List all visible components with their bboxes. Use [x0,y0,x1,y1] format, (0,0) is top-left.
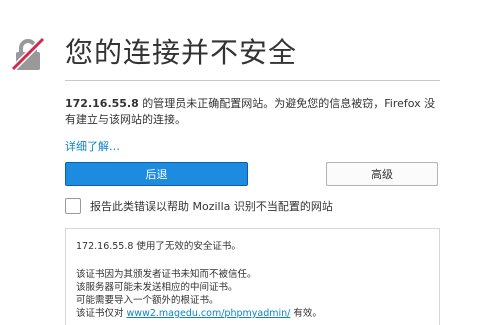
learn-more-link[interactable]: 详细了解… [65,138,120,154]
cert-detail-line: 可能需要导入一个额外的根证书。 [76,295,219,306]
advanced-button[interactable]: 高级 [326,162,438,186]
cert-valid-suffix: 有效。 [290,308,322,319]
cert-detail-line: 172.16.55.8 使用了无效的安全证书。 [76,241,241,252]
report-error-row: 报告此类错误以帮助 Mozilla 识别不当配置的网站 [65,196,333,216]
cert-valid-prefix: 该证书仅对 [76,308,127,319]
cert-detail-line: 该服务器可能未发送相应的中间证书。 [76,282,238,293]
broken-lock-icon [10,36,46,72]
cert-detail-line: 该证书因为其颁发者证书未知而不被信任。 [76,269,257,280]
cert-domain-link[interactable]: www2.magedu.com/phpmyadmin/ [127,308,291,319]
page-title: 您的连接并不安全 [65,36,298,69]
host-address: 172.16.55.8 [65,97,139,110]
go-back-button[interactable]: 后退 [65,162,248,186]
report-error-label: 报告此类错误以帮助 Mozilla 识别不当配置的网站 [90,200,333,213]
report-error-checkbox[interactable] [65,198,81,214]
title-divider [65,80,440,81]
certificate-details-panel: 172.16.55.8 使用了无效的安全证书。 该证书因为其颁发者证书未知而不被… [65,228,440,325]
error-page: 您的连接并不安全 172.16.55.8 的管理员未正确配置网站。为避免您的信息… [0,0,500,325]
error-description: 172.16.55.8 的管理员未正确配置网站。为避免您的信息被窃，Firefo… [65,96,445,128]
cert-valid-domain-line: 该证书仅对 www2.magedu.com/phpmyadmin/ 有效。 [76,305,322,319]
